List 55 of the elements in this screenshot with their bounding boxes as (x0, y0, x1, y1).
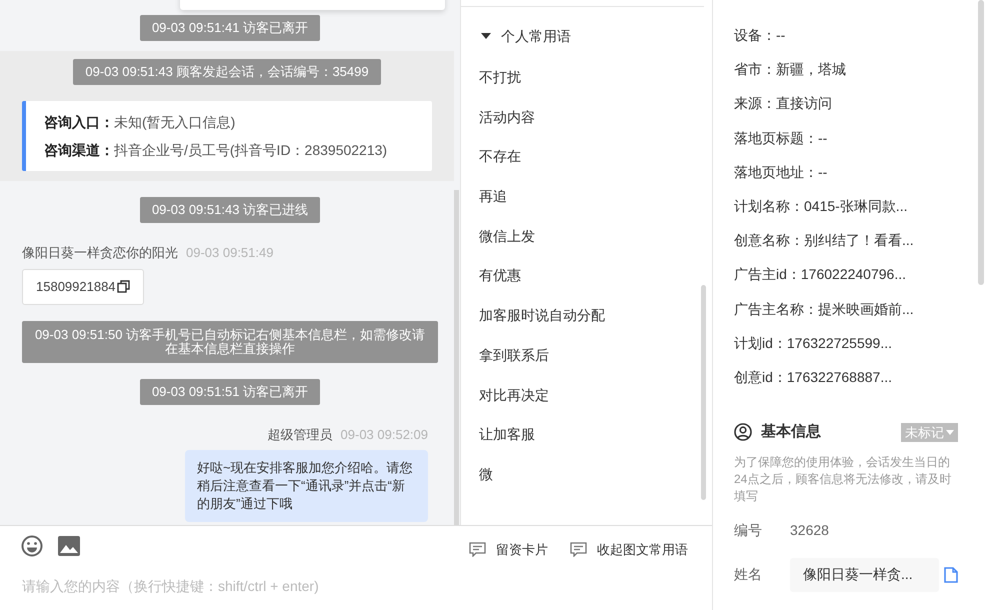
caret-icon (946, 430, 954, 435)
info-field: 计划名称：0415-张琳同款... (734, 196, 958, 230)
phrase-item[interactable]: 微信上发 (461, 226, 712, 266)
phrase-item[interactable]: 不存在 (461, 146, 712, 186)
form-label: 编号 (734, 521, 763, 540)
scrollbar-thumb[interactable] (454, 190, 459, 525)
info-field: 来源：直接访问 (734, 93, 958, 128)
form-value: 32628 (790, 521, 829, 540)
caret-icon (481, 33, 491, 39)
message-icon (570, 542, 587, 558)
message-bubble: 好哒~现在安排客服加您介绍哈。请您稍后注意查看一下“通讯录”并点击“新的朋友”通过下哦 (185, 450, 428, 522)
emoji-icon[interactable] (21, 535, 43, 557)
system-notice: 09-03 09:51:50 访客手机号已自动标记右侧基本信息栏，如需修改请在基本信息栏直接操作 (22, 320, 438, 362)
name-field[interactable]: 像阳日葵一样贪... (790, 558, 939, 592)
composer-action[interactable]: 留资卡片 (469, 540, 548, 560)
message-icon (469, 542, 486, 558)
info-field: 广告主名称：提米映画婚前... (734, 298, 958, 333)
phrase-item[interactable]: 有优惠 (461, 265, 712, 306)
system-notice: 09-03 09:51:51 访客已离开 (140, 378, 320, 404)
image-icon[interactable] (58, 536, 80, 556)
phrase-item[interactable]: 微 (461, 464, 712, 504)
info-field: 创意名称：别纠结了！看看... (734, 230, 958, 264)
info-field: 落地页地址：-- (734, 162, 958, 196)
info-field: 创意id：176322768887... (734, 366, 958, 402)
phrase-item[interactable]: 再追 (461, 186, 712, 226)
message-time: 09-03 09:52:09 (340, 426, 428, 444)
form-label: 姓名 (734, 565, 763, 584)
info-field: 设备：-- (734, 25, 958, 60)
phrase-item[interactable]: 拿到联系后 (461, 344, 712, 384)
phrase-item[interactable]: 对比再决定 (461, 384, 712, 424)
composer-action[interactable]: 收起图文常用语 (570, 540, 688, 560)
phrase-item[interactable]: 不打扰 (461, 67, 712, 107)
info-field: 广告主id：176022240796... (734, 264, 958, 298)
section-title: 基本信息 (761, 422, 821, 442)
phrase-item[interactable]: 加客服时说自动分配 (461, 305, 712, 345)
scrollbar-thumb[interactable] (978, 0, 984, 285)
system-notice: 09-03 09:51:41 访客已离开 (140, 15, 320, 41)
phone-number: 15809921884 (36, 278, 116, 296)
scrollbar-thumb[interactable] (701, 285, 706, 500)
phrase-item[interactable]: 让加客服 (461, 424, 712, 464)
phrase-item[interactable]: 活动内容 (461, 106, 712, 146)
info-field: 省市：新疆，塔城 (734, 59, 958, 94)
system-notice: 09-03 09:51:43 顾客发起会话，会话编号：35499 (73, 59, 381, 85)
entry-line: 咨询渠道：抖音企业号/员工号(抖音号ID：2839502213) (44, 141, 388, 160)
visitor-name: 像阳日葵一样贪恋你的阳光 (22, 244, 178, 262)
message-input[interactable]: 请输入您的内容（换行快捷键：shift/ctrl + enter) (22, 576, 622, 597)
info-field: 落地页标题：-- (734, 128, 958, 162)
agent-name: 超级管理员 (268, 426, 333, 444)
notice-text: 为了保障您的使用体验，会话发生当日的24点之后，顾客信息将无法修改，请及时填写 (734, 454, 952, 505)
entry-line: 咨询入口：未知(暂无入口信息) (44, 113, 236, 132)
system-notice: 09-03 09:51:43 访客已进线 (140, 197, 320, 223)
message-time: 09-03 09:51:49 (186, 244, 274, 262)
info-field: 计划id：176322725599... (734, 332, 958, 367)
user-icon (734, 423, 752, 442)
phrases-group-header[interactable]: 个人常用语 (461, 27, 712, 45)
